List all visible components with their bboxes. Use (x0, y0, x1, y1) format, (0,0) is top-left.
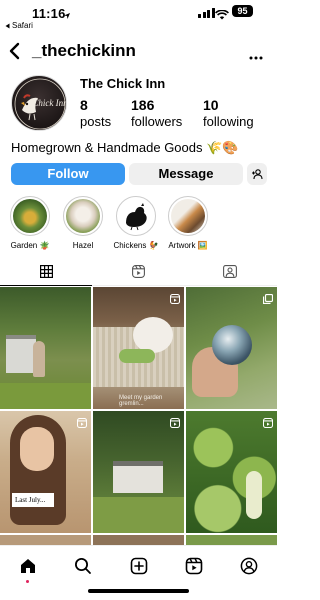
profile-header: _thechickinn (0, 38, 277, 66)
coop-shape (113, 461, 163, 493)
reels-icon (185, 557, 203, 575)
stat-posts-value: 8 (80, 97, 88, 113)
cell-signal-icon (198, 8, 215, 18)
reel-badge-icon (262, 415, 274, 433)
squash-shape (246, 471, 262, 519)
back-triangle-icon (5, 23, 10, 28)
stat-followers-value: 186 (131, 97, 155, 113)
post-overlay-caption: Last July... (15, 496, 46, 504)
suggested-accounts-button[interactable] (247, 163, 267, 185)
location-arrow-icon (63, 7, 71, 25)
tab-grid[interactable] (0, 265, 92, 286)
stat-following-label: following (203, 114, 254, 129)
post-photo (186, 535, 277, 545)
tab-reels[interactable] (92, 265, 184, 286)
nav-profile[interactable] (238, 555, 260, 577)
highlight-ring (116, 196, 156, 236)
marble-shape (212, 325, 252, 365)
highlight-label: Artwork 🖼️ (168, 241, 208, 250)
person-shape (33, 341, 45, 377)
wifi-icon (215, 7, 229, 25)
post-tile-partial[interactable] (0, 535, 91, 545)
tab-tagged[interactable] (184, 265, 276, 286)
profile-username: _thechickinn (32, 41, 136, 60)
back-app-label: Safari (12, 21, 33, 30)
highlight-artwork[interactable]: Artwork 🖼️ (167, 196, 209, 250)
highlight-hazel[interactable]: Hazel (62, 196, 104, 250)
message-button[interactable]: Message (129, 163, 243, 185)
follow-button[interactable]: Follow (11, 163, 125, 185)
carousel-badge-icon (262, 291, 274, 309)
profile-display-name: The Chick Inn (80, 76, 166, 91)
post-tile[interactable] (186, 287, 277, 409)
post-tile[interactable] (186, 411, 277, 533)
face-shape (20, 427, 54, 471)
artwork-highlight-icon (171, 199, 205, 233)
posts-grid: Meet my garden gremlin... Last July... (0, 287, 277, 545)
grass-shape (0, 383, 91, 409)
home-icon (21, 559, 35, 573)
profile-icon (240, 557, 258, 575)
add-person-icon (252, 169, 263, 180)
highlight-garden[interactable]: Garden 🪴 (9, 196, 51, 250)
dog-shape (133, 317, 173, 353)
hazel-highlight-icon (66, 199, 100, 233)
status-bar: 11:16 95 (0, 0, 277, 21)
chick-inn-logo: Chick Inn (14, 78, 67, 130)
reels-icon (131, 265, 145, 278)
post-tile[interactable]: Meet my garden gremlin... (93, 287, 184, 409)
status-time: 11:16 (32, 6, 66, 21)
post-tile-partial[interactable] (186, 535, 277, 545)
post-tile[interactable]: Last July... (0, 411, 91, 533)
highlight-chickens[interactable]: Chickens 🐓 (113, 196, 159, 250)
nav-search[interactable] (72, 555, 94, 577)
post-overlay-caption: Meet my garden gremlin... (119, 395, 163, 407)
nav-reels[interactable] (183, 555, 205, 577)
stat-following[interactable]: 10 following (203, 97, 254, 129)
post-photo (0, 535, 91, 545)
grass-shape (93, 497, 184, 533)
zucchini-shape (119, 349, 155, 363)
home-indicator[interactable] (88, 589, 189, 593)
create-post-icon (130, 557, 148, 575)
post-tile[interactable] (93, 411, 184, 533)
stat-followers-label: followers (131, 114, 183, 129)
stat-posts[interactable]: 8 posts (80, 97, 111, 129)
back-to-app[interactable]: Safari (5, 21, 33, 30)
reel-badge-icon (169, 415, 181, 433)
profile-tabs (0, 262, 277, 286)
garden-highlight-icon (13, 199, 47, 233)
reel-badge-icon (76, 415, 88, 433)
post-tile[interactable] (0, 287, 91, 409)
coop-shape (6, 335, 36, 373)
stat-following-value: 10 (203, 97, 219, 113)
post-tile-partial[interactable] (93, 535, 184, 545)
chickens-highlight-icon (119, 199, 153, 233)
highlight-ring (63, 196, 103, 236)
profile-avatar[interactable]: Chick Inn (11, 75, 67, 131)
highlight-ring (168, 196, 208, 236)
back-arrow-icon[interactable] (8, 42, 20, 65)
logo-lettering: Chick Inn (32, 98, 67, 108)
grid-icon (39, 265, 53, 278)
search-icon (75, 558, 91, 574)
post-photo (93, 535, 184, 545)
nav-create[interactable] (128, 555, 150, 577)
highlight-ring (10, 196, 50, 236)
notification-dot (26, 580, 29, 583)
nav-home[interactable] (17, 555, 39, 577)
stat-posts-label: posts (80, 114, 112, 129)
profile-bio: Homegrown & Handmade Goods 🌾🎨 (11, 140, 239, 155)
more-options-icon[interactable] (249, 47, 263, 63)
stat-followers[interactable]: 186 followers (131, 97, 182, 129)
battery-indicator: 95 (232, 5, 253, 17)
reel-badge-icon (169, 291, 181, 309)
tagged-icon (223, 265, 237, 278)
